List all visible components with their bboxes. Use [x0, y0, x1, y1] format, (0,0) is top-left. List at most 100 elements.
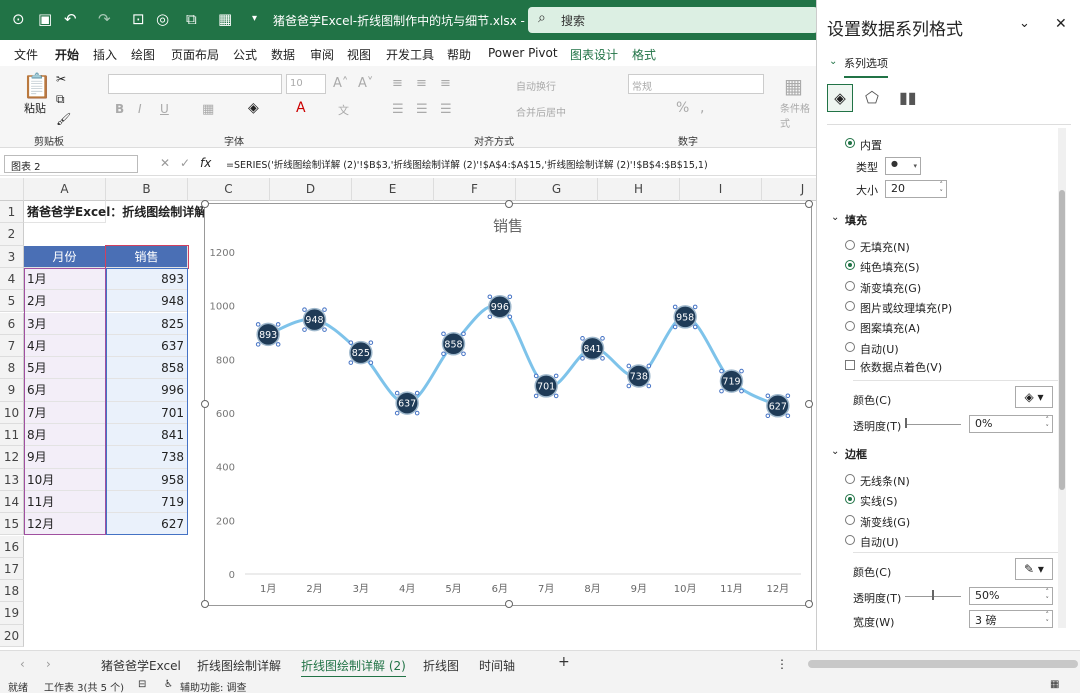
fill-option-radio[interactable] — [845, 300, 855, 311]
menu-chart-design[interactable]: 图表设计 — [570, 46, 618, 63]
border-option-radio[interactable] — [845, 514, 855, 525]
column-header-j[interactable]: J — [762, 178, 816, 201]
row-header-12[interactable]: 12 — [0, 446, 24, 469]
cell-month[interactable]: 3月 — [24, 312, 106, 335]
series-options-icon[interactable]: ▮▮ — [899, 88, 917, 107]
underline-icon[interactable]: U — [160, 102, 169, 116]
chart-resize-handle[interactable] — [201, 200, 209, 208]
add-sheet-button[interactable]: + — [558, 654, 570, 670]
cell-month[interactable]: 11月 — [24, 490, 106, 514]
fill-line-icon[interactable]: ◈ — [827, 84, 853, 112]
menu-format[interactable]: 格式 — [632, 46, 656, 63]
merge-center-button[interactable]: 合并后居中 — [516, 104, 566, 119]
cond-format-label[interactable]: 条件格式 — [780, 100, 816, 130]
pane-scrollbar[interactable] — [1058, 128, 1066, 628]
comma-icon[interactable]: , — [700, 100, 704, 116]
menu-power-pivot[interactable]: Power Pivot — [488, 46, 558, 60]
chart-resize-handle[interactable] — [505, 200, 513, 208]
cell-sales[interactable]: 948 — [106, 290, 188, 313]
save-icon[interactable]: ▣ — [38, 10, 52, 28]
border-icon[interactable]: ▦ — [202, 102, 214, 117]
copy-icon[interactable]: ⧉ — [56, 92, 65, 107]
row-header-17[interactable]: 17 — [0, 557, 24, 581]
normal-view-icon[interactable]: ▦ — [1050, 679, 1059, 690]
sheet-tab-3[interactable]: 折线图绘制详解 (2) — [301, 657, 406, 678]
cell-sales[interactable]: 841 — [106, 424, 188, 447]
border-chevron-icon[interactable]: ⌄ — [831, 446, 839, 457]
redo-icon[interactable]: ↷ — [98, 10, 111, 28]
select-all[interactable] — [0, 178, 24, 201]
shrink-font-icon[interactable]: A˅ — [358, 76, 373, 91]
cell-month[interactable]: 7月 — [24, 401, 106, 424]
cell-month[interactable]: 4月 — [24, 334, 106, 358]
status-accessibility[interactable]: 辅助功能: 调查 — [180, 679, 247, 694]
align-right-icon[interactable]: ☰ — [440, 102, 452, 117]
accessibility-icon[interactable]: ♿ — [164, 679, 173, 690]
column-header-e[interactable]: E — [352, 178, 434, 201]
phonetic-icon[interactable]: 文 — [338, 102, 349, 118]
column-header-d[interactable]: D — [270, 178, 352, 201]
border-option-radio[interactable] — [845, 534, 855, 545]
menu-review[interactable]: 审阅 — [310, 46, 334, 63]
cell-month[interactable]: 5月 — [24, 357, 106, 380]
pane-options-icon[interactable]: ⌄ — [1019, 16, 1030, 31]
column-header-h[interactable]: H — [598, 178, 680, 201]
marker-builtin-radio[interactable] — [845, 138, 855, 148]
undo-icon[interactable]: ↶ — [64, 10, 77, 28]
border-color-button[interactable]: ✎ ▾ — [1015, 558, 1053, 580]
tab-scroll-right-icon[interactable]: › — [46, 657, 51, 671]
chart-resize-handle[interactable] — [505, 600, 513, 608]
menu-help[interactable]: 帮助 — [447, 46, 471, 63]
format-painter-icon[interactable]: 🖌 — [56, 112, 71, 126]
row-header-15[interactable]: 15 — [0, 513, 24, 536]
align-top-icon[interactable]: ≡ — [392, 76, 403, 91]
column-header-g[interactable]: G — [516, 178, 598, 201]
line-chart[interactable]: 销售 0 200 400 600 800 1000 1200 1月 2月 3月 4月 5月 6月 7月 8月 9… — [201, 200, 813, 608]
row-header-10[interactable]: 10 — [0, 401, 24, 424]
row-header-9[interactable]: 9 — [0, 379, 24, 402]
menu-developer[interactable]: 开发工具 — [386, 46, 434, 63]
cell-sales[interactable]: 719 — [106, 490, 188, 514]
column-header-c[interactable]: C — [188, 178, 270, 201]
cell-sales[interactable]: 738 — [106, 446, 188, 469]
menu-insert[interactable]: 插入 — [93, 46, 117, 63]
formula-input[interactable]: =SERIES('折线图绘制详解 (2)'!$B$3,'折线图绘制详解 (2)'… — [226, 157, 708, 171]
cell-sales[interactable]: 637 — [106, 334, 188, 358]
form-icon[interactable]: ⊡ — [132, 10, 145, 28]
autosave-icon[interactable]: ⊙ — [12, 10, 25, 28]
border-section-title[interactable]: 边框 — [845, 446, 867, 462]
menu-page-layout[interactable]: 页面布局 — [171, 46, 219, 63]
percent-icon[interactable]: % — [676, 100, 689, 116]
series-options-chevron-icon[interactable]: ⌄ — [829, 56, 837, 67]
qat-more-icon[interactable]: ▾ — [252, 10, 257, 28]
column-header-f[interactable]: F — [434, 178, 516, 201]
more-icon[interactable]: ⋮ — [776, 657, 788, 671]
chart-resize-handle[interactable] — [201, 400, 209, 408]
sheet-tab-4[interactable]: 折线图 — [423, 657, 459, 674]
border-transparency-thumb[interactable] — [932, 590, 934, 600]
chart-resize-handle[interactable] — [805, 200, 813, 208]
cell-sales[interactable]: 701 — [106, 401, 188, 424]
worksheet-grid[interactable]: A B C D E F G H I J 1 2 3 4 5 6 7 8 9 10 11 12 13 14 15 16 17 18 19 2… — [0, 178, 816, 649]
font-name-box[interactable] — [108, 74, 282, 94]
cell-month[interactable]: 9月 — [24, 446, 106, 469]
menu-data[interactable]: 数据 — [271, 46, 295, 63]
fill-color-button[interactable]: ◈ ▾ — [1015, 386, 1053, 408]
font-size-box[interactable]: 10 — [286, 74, 326, 94]
pane-close-icon[interactable]: ✕ — [1055, 16, 1067, 32]
cell-month[interactable]: 10月 — [24, 468, 106, 491]
grow-font-icon[interactable]: A˄ — [333, 76, 348, 91]
row-header-13[interactable]: 13 — [0, 468, 24, 491]
menu-view[interactable]: 视图 — [347, 46, 371, 63]
chart-resize-handle[interactable] — [805, 400, 813, 408]
paste-icon[interactable]: 📋 — [22, 72, 52, 100]
marker-size-input[interactable]: 20 ˄ ˅ — [885, 180, 947, 198]
cell-sales[interactable]: 627 — [106, 513, 188, 536]
cell-sales[interactable]: 996 — [106, 379, 188, 402]
paste-label[interactable]: 粘贴 — [24, 100, 46, 116]
align-left-icon[interactable]: ☰ — [392, 102, 404, 117]
row-header-8[interactable]: 8 — [0, 357, 24, 380]
column-header-a[interactable]: A — [24, 178, 106, 201]
fill-color-icon[interactable]: ◈ — [248, 100, 259, 116]
row-header-20[interactable]: 20 — [0, 624, 24, 647]
